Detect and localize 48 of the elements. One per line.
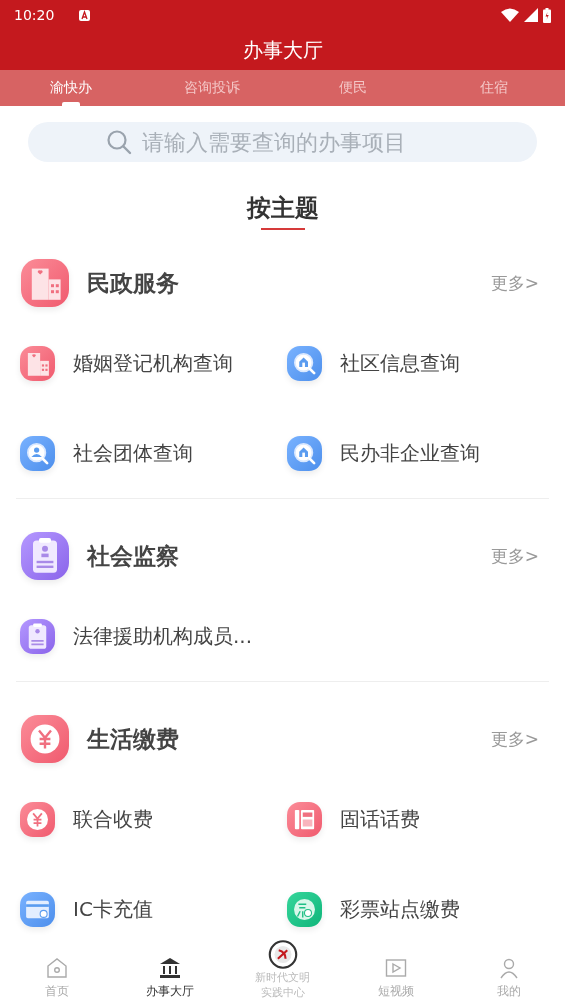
- more-link[interactable]: 更多>: [490, 727, 539, 751]
- clipboard-icon: [20, 618, 55, 654]
- person-icon: [497, 957, 520, 979]
- nav-tab[interactable]: 短视频: [339, 940, 452, 1004]
- clipboard-icon: [21, 532, 69, 580]
- nav-tab[interactable]: 办事大厅: [113, 940, 226, 1004]
- service-item[interactable]: 婚姻登记机构查询: [73, 349, 233, 377]
- search-people-icon: [20, 435, 55, 471]
- service-item[interactable]: 联合收费: [73, 805, 153, 833]
- service-item[interactable]: IC卡充值: [73, 895, 153, 923]
- signal-icon: [524, 8, 538, 22]
- home-icon: [45, 957, 68, 979]
- search-house-icon: [287, 345, 322, 381]
- service-item[interactable]: 固话话费: [340, 805, 420, 833]
- service-item[interactable]: 民办非企业查询: [340, 439, 480, 467]
- coin-icon: [287, 891, 322, 927]
- search-field[interactable]: 请输入需要查询的办事项目: [28, 122, 537, 162]
- more-link[interactable]: 更多>: [490, 271, 539, 295]
- category-title: 生活缴费: [87, 724, 179, 754]
- service-item[interactable]: 社区信息查询: [340, 349, 460, 377]
- phone-icon: [287, 801, 322, 837]
- service-item[interactable]: 社会团体查询: [73, 439, 193, 467]
- card-icon: [20, 891, 55, 927]
- yen-icon: [21, 715, 69, 763]
- wifi-icon: [501, 8, 519, 22]
- category-title: 社会监察: [87, 541, 179, 571]
- tab[interactable]: 便民: [282, 70, 424, 106]
- building-icon: [20, 345, 55, 381]
- building-icon: [21, 259, 69, 307]
- yen-icon: [20, 801, 55, 837]
- service-item[interactable]: 法律援助机构成员...: [73, 622, 253, 650]
- status-time: 10:20: [14, 7, 55, 23]
- nav-tab[interactable]: 新时代文明实践中心: [226, 940, 339, 1004]
- play-icon: [384, 957, 407, 979]
- search-house-icon: [287, 435, 322, 471]
- bank-icon: [158, 957, 181, 979]
- category-title: 民政服务: [87, 268, 179, 298]
- tab[interactable]: 渝快办: [0, 70, 142, 106]
- nav-tab[interactable]: 我的: [452, 940, 565, 1004]
- section-heading: 按主题: [246, 194, 319, 222]
- battery-icon: [543, 7, 551, 23]
- service-item[interactable]: 彩票站点缴费: [340, 895, 460, 923]
- tab[interactable]: 住宿: [423, 70, 565, 106]
- more-link[interactable]: 更多>: [490, 544, 539, 568]
- notification-icon: [79, 9, 91, 21]
- page-title: 办事大厅: [242, 36, 323, 64]
- nav-tab[interactable]: 首页: [0, 940, 113, 1004]
- tab[interactable]: 咨询投诉: [141, 70, 283, 106]
